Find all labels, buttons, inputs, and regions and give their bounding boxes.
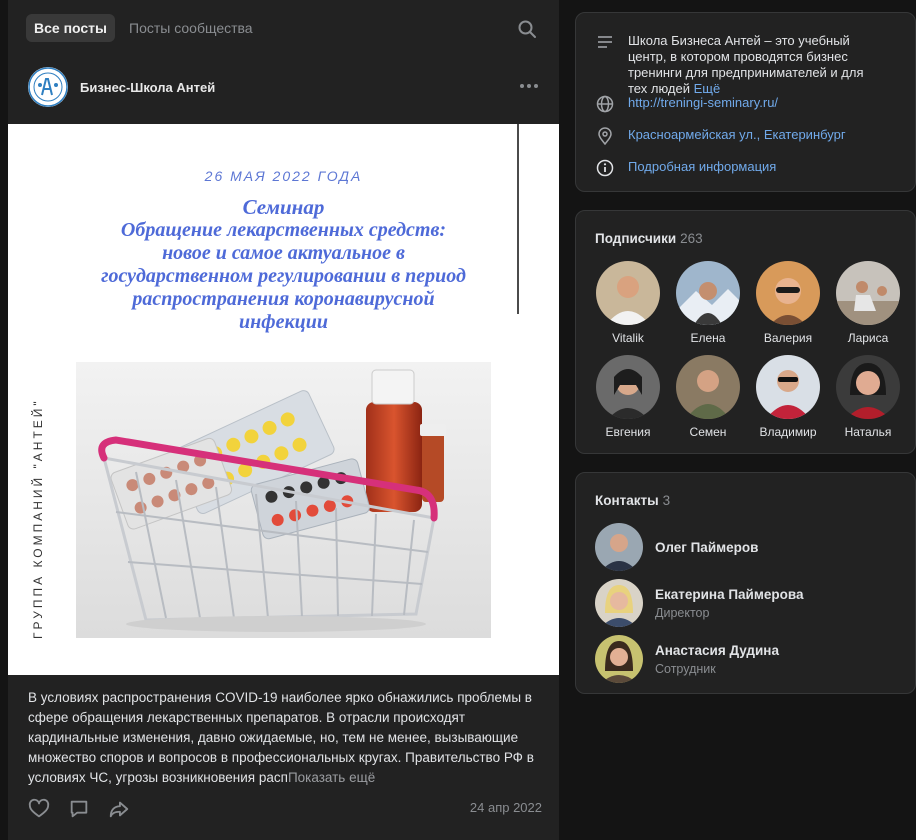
post-header: Бизнес-Школа Антей xyxy=(28,66,540,108)
avatar[interactable] xyxy=(756,261,820,325)
image-title-line: распространения коронавирусной xyxy=(132,288,435,310)
subscriber-name[interactable]: Владимир xyxy=(759,425,816,439)
image-title-line: новое и самое актуальное в xyxy=(162,242,405,264)
avatar[interactable] xyxy=(756,355,820,419)
contacts-title[interactable]: Контакты 3 xyxy=(595,493,670,508)
subscribers-grid: Vitalik Елена Валерия Лариса Евгения Сем… xyxy=(588,261,908,439)
contact-role: Директор xyxy=(655,605,710,620)
avatar[interactable] xyxy=(836,261,900,325)
image-divider-line xyxy=(517,124,519,314)
subscribers-count: 263 xyxy=(680,231,703,246)
post-text-body: В условиях распространения COVID-19 наиб… xyxy=(28,690,534,785)
contact-name[interactable]: Екатерина Паймерова xyxy=(655,587,803,602)
subscriber-item[interactable]: Лариса xyxy=(828,261,908,345)
community-description: Школа Бизнеса Антей – это учебный центр,… xyxy=(628,33,878,97)
contacts-count: 3 xyxy=(662,493,671,508)
tab-community-posts[interactable]: Посты сообщества xyxy=(121,14,261,42)
image-title-line: инфекции xyxy=(239,311,328,333)
tab-all-posts[interactable]: Все посты xyxy=(26,14,115,42)
contact-item[interactable]: Анастасия Дудина Сотрудник xyxy=(595,635,779,683)
info-icon xyxy=(596,159,614,177)
post-feed: Все посты Посты сообщества Бизнес-Школа … xyxy=(8,0,559,840)
subscriber-item[interactable]: Семен xyxy=(668,355,748,439)
post-text: В условиях распространения COVID-19 наиб… xyxy=(28,688,544,788)
website-link[interactable]: http://treningi-seminary.ru/ xyxy=(628,95,878,111)
show-more-link[interactable]: Показать ещё xyxy=(288,770,375,785)
avatar[interactable] xyxy=(676,261,740,325)
subscribers-title-text: Подписчики xyxy=(595,231,677,246)
globe-icon xyxy=(596,95,614,113)
image-date: 26 МАЯ 2022 ГОДА xyxy=(204,168,363,184)
description-more-link[interactable]: Ещё xyxy=(694,81,721,96)
avatar[interactable] xyxy=(595,579,643,627)
avatar[interactable] xyxy=(836,355,900,419)
contact-name[interactable]: Олег Паймеров xyxy=(655,540,758,555)
comment-icon[interactable] xyxy=(68,798,90,820)
subscribers-card: Подписчики 263 Vitalik Елена Валерия Лари… xyxy=(575,210,916,454)
subscriber-item[interactable]: Евгения xyxy=(588,355,668,439)
post-actions: 24 апр 2022 xyxy=(28,796,542,822)
medicine-basket-photo xyxy=(76,362,491,638)
contact-role: Сотрудник xyxy=(655,661,716,676)
subscriber-item[interactable]: Владимир xyxy=(748,355,828,439)
search-icon[interactable] xyxy=(517,19,537,39)
info-website-row: http://treningi-seminary.ru/ xyxy=(596,95,878,113)
more-options-icon[interactable] xyxy=(518,76,540,96)
info-description-row: Школа Бизнеса Антей – это учебный центр,… xyxy=(596,33,878,97)
subscriber-name[interactable]: Лариса xyxy=(848,331,889,345)
contact-meta: Екатерина Паймерова Директор xyxy=(655,587,803,620)
avatar[interactable] xyxy=(596,355,660,419)
subscriber-item[interactable]: Елена xyxy=(668,261,748,345)
subscriber-name[interactable]: Елена xyxy=(691,331,726,345)
contacts-card: Контакты 3 Олег Паймеров Екатерина Паймер… xyxy=(575,472,916,694)
contact-meta: Анастасия Дудина Сотрудник xyxy=(655,643,779,676)
subscriber-item[interactable]: Валерия xyxy=(748,261,828,345)
subscriber-item[interactable]: Vitalik xyxy=(588,261,668,345)
avatar[interactable] xyxy=(676,355,740,419)
description-icon xyxy=(596,33,614,51)
feed-tabs: Все посты Посты сообщества xyxy=(26,14,267,42)
subscriber-item[interactable]: Наталья xyxy=(828,355,908,439)
address-link[interactable]: Красноармейская ул., Екатеринбург xyxy=(628,127,878,143)
contact-item[interactable]: Олег Паймеров xyxy=(595,523,758,571)
like-icon[interactable] xyxy=(28,798,50,820)
image-title-line: Семинар xyxy=(242,195,325,219)
contact-item[interactable]: Екатерина Паймерова Директор xyxy=(595,579,803,627)
subscribers-title[interactable]: Подписчики 263 xyxy=(595,231,703,246)
post-image[interactable]: 26 МАЯ 2022 ГОДА Семинар Обращение лекар… xyxy=(8,124,559,675)
contact-name[interactable]: Анастасия Дудина xyxy=(655,643,779,658)
contacts-title-text: Контакты xyxy=(595,493,659,508)
subscriber-name[interactable]: Евгения xyxy=(606,425,651,439)
details-link[interactable]: Подробная информация xyxy=(628,159,878,175)
image-title: Семинар Обращение лекарственных средств:… xyxy=(68,196,499,334)
post-date[interactable]: 24 апр 2022 xyxy=(470,800,542,815)
info-address-row: Красноармейская ул., Екатеринбург xyxy=(596,127,878,146)
contact-meta: Олег Паймеров xyxy=(655,540,758,555)
subscriber-name[interactable]: Валерия xyxy=(764,331,812,345)
info-details-row: Подробная информация xyxy=(596,159,878,177)
author-avatar[interactable] xyxy=(28,67,68,107)
post-author-name[interactable]: Бизнес-Школа Антей xyxy=(80,80,215,95)
subscriber-name[interactable]: Семен xyxy=(690,425,727,439)
image-side-text: ГРУППА КОМПАНИЙ "АНТЕЙ" xyxy=(31,398,45,639)
avatar[interactable] xyxy=(596,261,660,325)
image-title-line: государственном регулировании в период xyxy=(101,265,466,287)
image-title-line: Обращение лекарственных средств: xyxy=(120,219,447,241)
description-text: Школа Бизнеса Антей – это учебный центр,… xyxy=(628,33,864,96)
community-info-card: Школа Бизнеса Антей – это учебный центр,… xyxy=(575,12,916,192)
avatar[interactable] xyxy=(595,635,643,683)
location-pin-icon xyxy=(596,127,614,146)
subscriber-name[interactable]: Vitalik xyxy=(612,331,644,345)
share-icon[interactable] xyxy=(108,798,130,820)
subscriber-name[interactable]: Наталья xyxy=(845,425,892,439)
avatar[interactable] xyxy=(595,523,643,571)
